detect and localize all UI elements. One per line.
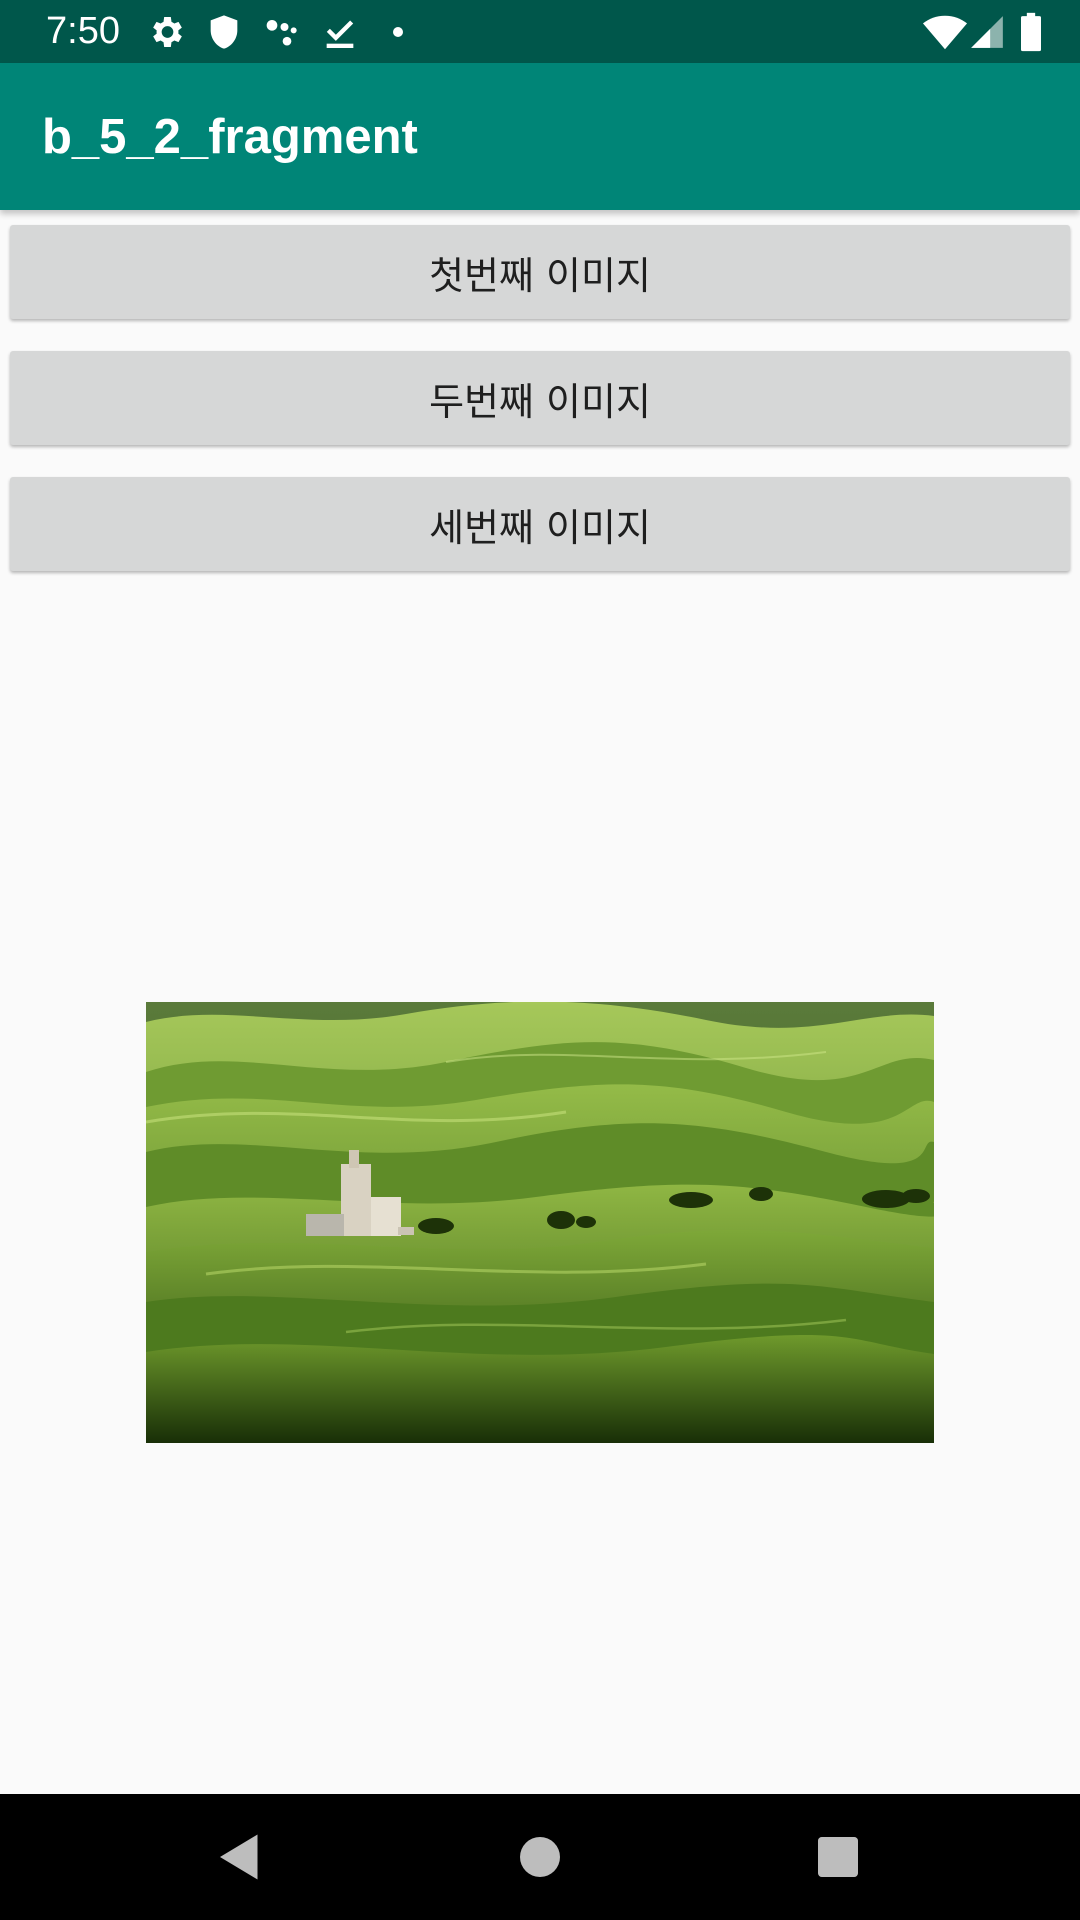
home-icon[interactable]: [510, 1827, 570, 1887]
assistant-dots-icon: [262, 12, 302, 52]
third-image-button[interactable]: 세번째 이미지: [10, 477, 1070, 571]
battery-icon: [1016, 12, 1046, 52]
app-title: b_5_2_fragment: [42, 110, 418, 164]
app-bar: b_5_2_fragment: [0, 63, 1080, 210]
back-icon[interactable]: [210, 1827, 270, 1887]
recents-icon[interactable]: [808, 1827, 868, 1887]
navigation-bar: [0, 1794, 1080, 1920]
first-image-button[interactable]: 첫번째 이미지: [10, 225, 1070, 319]
gear-icon: [146, 12, 186, 52]
shield-icon: [204, 12, 244, 52]
notification-dot-icon: [378, 12, 418, 52]
second-image-button[interactable]: 두번째 이미지: [10, 351, 1070, 445]
cell-signal-icon: [968, 13, 1006, 51]
status-time: 7:50: [46, 10, 120, 52]
landscape-image: [146, 1002, 934, 1443]
wifi-icon: [922, 9, 968, 55]
status-bar: 7:50: [0, 0, 1080, 63]
download-done-icon: [320, 12, 360, 52]
